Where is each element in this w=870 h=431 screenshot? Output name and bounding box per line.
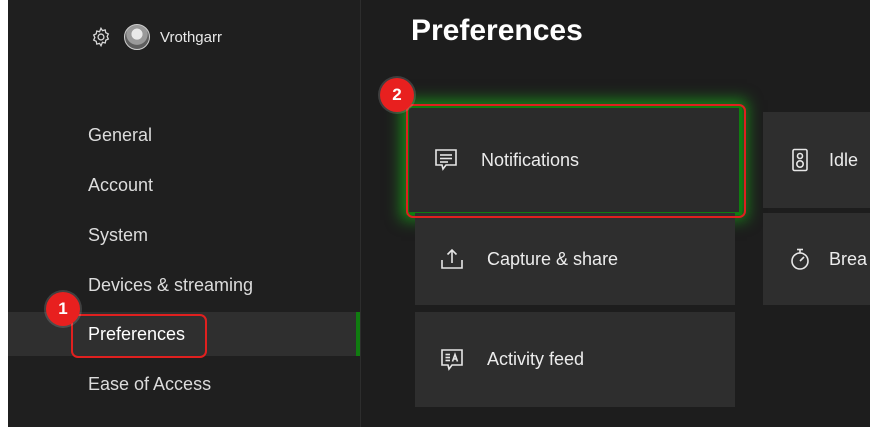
nav-item-label: Ease of Access: [88, 373, 212, 394]
tile-activity-feed[interactable]: Activity feed: [415, 312, 735, 407]
nav-item-label: System: [88, 224, 149, 245]
divider: [360, 0, 361, 427]
tile-label: Capture & share: [487, 248, 619, 269]
activity-feed-icon: [441, 348, 463, 371]
gamertag: Vrothgarr: [160, 28, 222, 46]
gear-icon[interactable]: [90, 26, 112, 48]
nav-item-label: General: [88, 124, 153, 145]
timer-icon: [791, 248, 809, 270]
avatar[interactable]: [124, 24, 150, 50]
tile-idle-options[interactable]: Idle: [763, 112, 870, 208]
tile-label: Idle: [829, 149, 859, 170]
callout-box-notifications: [406, 104, 746, 218]
capture-share-icon: [441, 248, 463, 269]
sidebar: Vrothgarr General Account System Devices…: [8, 0, 361, 427]
nav-item-general[interactable]: General: [8, 113, 360, 157]
tile-label: Brea: [829, 248, 868, 269]
nav-item-system[interactable]: System: [8, 213, 360, 257]
step-badge-1: 1: [46, 292, 80, 326]
tile-break-timer[interactable]: Brea: [763, 213, 870, 305]
nav-item-label: Account: [88, 174, 154, 195]
nav-item-account[interactable]: Account: [8, 163, 360, 207]
user-row: Vrothgarr: [90, 23, 222, 51]
tile-capture-share[interactable]: Capture & share: [415, 213, 735, 305]
settings-window: Vrothgarr General Account System Devices…: [8, 0, 870, 427]
nav-item-ease-of-access[interactable]: Ease of Access: [8, 362, 360, 406]
idle-options-icon: [792, 148, 808, 172]
tile-label: Activity feed: [487, 349, 585, 369]
page-title: Preferences: [411, 14, 583, 47]
callout-box-preferences: [71, 314, 207, 358]
nav-item-label: Devices & streaming: [88, 274, 254, 295]
step-badge-2: 2: [380, 78, 414, 112]
